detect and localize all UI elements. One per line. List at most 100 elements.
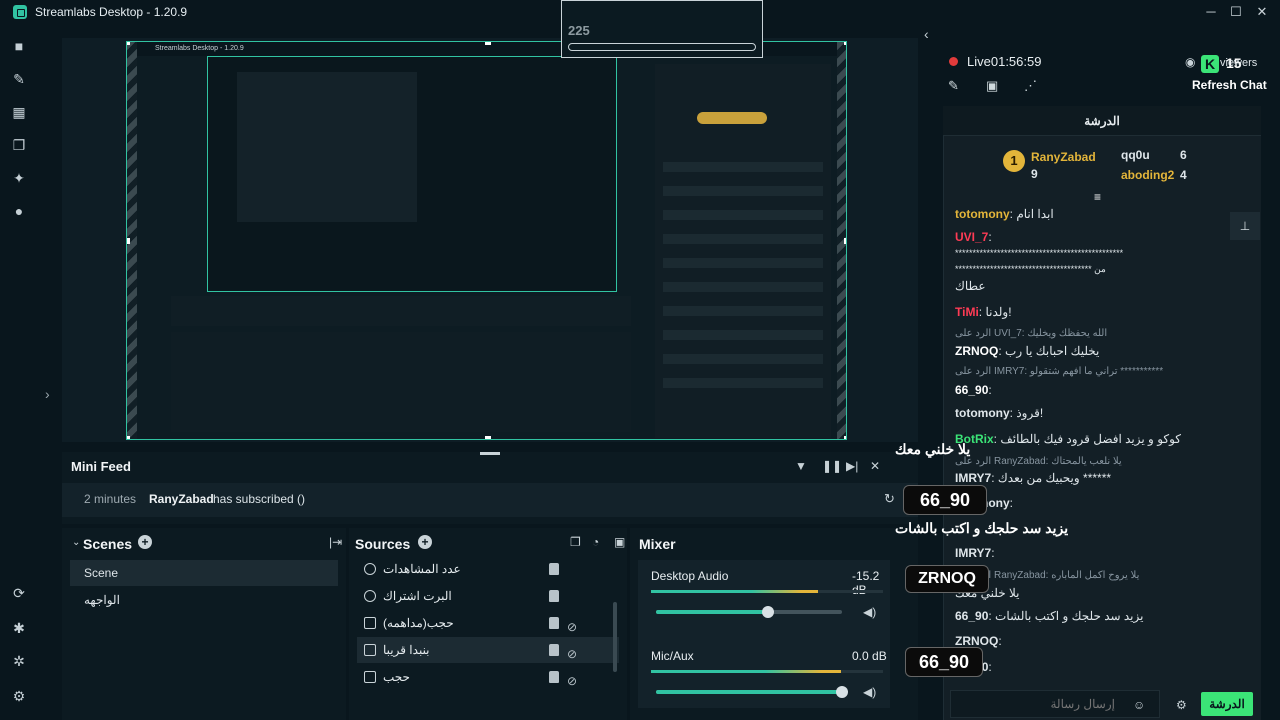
chat-message: 66_90:: [955, 383, 992, 397]
lock-icon[interactable]: [549, 644, 559, 656]
volume-slider[interactable]: [656, 606, 842, 618]
source-properties-icon[interactable]: ◔: [592, 535, 599, 549]
speaker-icon[interactable]: ◀): [863, 605, 876, 619]
mute-icon[interactable]: ✕: [870, 459, 880, 473]
feed-time: 2 minutes: [84, 492, 137, 506]
transform-handle[interactable]: [844, 238, 846, 244]
nested-leaderboard: [697, 112, 767, 124]
feed-user: RanyZabad: [149, 492, 214, 506]
nested-preview-inner: [237, 72, 417, 222]
chat-input[interactable]: [950, 690, 1160, 718]
highlighter-icon[interactable]: ✦: [10, 169, 28, 187]
scene-item[interactable]: Scene: [70, 560, 338, 586]
add-scene-icon[interactable]: +: [138, 535, 152, 549]
profile-icon[interactable]: ✲: [10, 652, 28, 670]
source-item[interactable]: عدد المشاهدات: [357, 556, 619, 582]
chat-message: totomony: ابدا انام: [955, 207, 1054, 221]
chat-message: TiMi: ولدنا!: [955, 305, 1012, 319]
nested-chat-lines: [663, 162, 823, 402]
transform-handle[interactable]: [127, 42, 130, 45]
chat-message: ZRNOQ:: [955, 634, 1002, 648]
emoji-icon[interactable]: ☺: [1133, 698, 1145, 712]
transform-handle[interactable]: [844, 42, 846, 45]
help-icon[interactable]: ✱: [10, 619, 28, 637]
chat-message: ZRNOQ: يخليك احبابك يا رب: [955, 344, 1100, 358]
source-item[interactable]: حجب(مداهمه) ⊘: [357, 610, 619, 636]
leaderboard-name: RanyZabad: [1031, 150, 1096, 164]
stream-preview[interactable]: Streamlabs Desktop - 1.20.9: [126, 41, 847, 440]
speaker-icon[interactable]: ◀): [863, 685, 876, 699]
minimize-icon[interactable]: ─: [1203, 4, 1219, 20]
eye-hidden-icon[interactable]: ⊘: [567, 668, 577, 694]
transform-handle[interactable]: [127, 436, 130, 439]
source-item[interactable]: بنبدا قريبا ⊘: [357, 637, 619, 663]
source-item[interactable]: البرت اشتراك: [357, 583, 619, 609]
image-icon: [364, 617, 376, 629]
transform-handle[interactable]: [485, 42, 491, 45]
repeat-alert-icon[interactable]: ↻: [884, 491, 895, 507]
themes-icon[interactable]: ✎: [10, 70, 28, 88]
skip-icon[interactable]: ▶|: [846, 459, 858, 473]
alert-box: 66_90: [903, 485, 987, 515]
lock-icon[interactable]: [549, 590, 559, 602]
studio-mode-icon[interactable]: ⟳: [10, 584, 28, 602]
pause-icon[interactable]: ❚❚: [822, 459, 842, 473]
source-label: حجب(مداهمه): [383, 616, 454, 630]
chat-settings-icon[interactable]: ⚙: [1176, 698, 1187, 712]
pin-icon[interactable]: ⊥: [1230, 212, 1260, 240]
chat-message: IMRY7: ويحبيك من بعدك ******: [955, 471, 1112, 485]
chat-message: totomony: قروذ!: [955, 406, 1044, 420]
mixer-panel: Mixer Desktop Audio -15.2 dB ◀) Mic/Aux …: [630, 528, 918, 720]
volume-slider[interactable]: [656, 686, 848, 698]
collapse-icon[interactable]: ⌄: [72, 537, 80, 548]
settings-icon[interactable]: ⚙: [10, 687, 28, 705]
sources-scrollbar[interactable]: [613, 602, 617, 672]
source-item[interactable]: حجب ⊘: [357, 664, 619, 690]
mixer-body: Desktop Audio -15.2 dB ◀) Mic/Aux 0.0 dB…: [638, 560, 890, 708]
close-icon[interactable]: ✕: [1254, 4, 1270, 20]
filter-icon[interactable]: ▼: [795, 459, 807, 473]
layouts-icon[interactable]: ❐: [10, 136, 28, 154]
lock-icon[interactable]: [549, 617, 559, 629]
chevron-left-icon[interactable]: ‹: [924, 26, 929, 42]
editor-icon[interactable]: ■: [10, 37, 28, 55]
chat-header: الدرشة: [943, 106, 1261, 136]
channel-db: 0.0 dB: [852, 649, 887, 663]
refresh-chat-button[interactable]: Refresh Chat: [1192, 78, 1267, 92]
scene-item[interactable]: الواجهه: [70, 587, 338, 613]
feed-action: has subscribed (): [213, 492, 306, 506]
channel-name: Mic/Aux: [651, 649, 694, 663]
add-source-icon[interactable]: +: [418, 535, 432, 549]
chat-message: UVI_7:: [955, 230, 992, 244]
app-logo-icon: [13, 5, 27, 19]
counter-source[interactable]: 225: [561, 0, 763, 58]
transform-handle[interactable]: [485, 436, 491, 439]
add-folder-icon[interactable]: ❐: [570, 535, 581, 549]
edit-icon[interactable]: ✎: [948, 78, 959, 94]
popout-icon[interactable]: ▣: [986, 78, 998, 94]
scenes-title: Scenes: [83, 536, 133, 552]
left-nav: ■ ✎ ▦ ❐ ✦ ● ⟳ ✱ ✲ ⚙: [0, 24, 38, 720]
lock-icon[interactable]: [549, 563, 559, 575]
chat-send-button[interactable]: الدرشة: [1201, 692, 1253, 716]
volume-meter: [651, 590, 883, 593]
chat-message: IMRY7:: [955, 546, 995, 560]
share-icon[interactable]: ⋰: [1024, 78, 1037, 94]
play-icon[interactable]: ●: [10, 202, 28, 220]
scene-transitions-icon[interactable]: |⇥: [329, 535, 342, 549]
chat-message: 66_90: يزيد سد حلجك و اكتب بالشات: [955, 609, 1144, 623]
globe-icon: [364, 590, 376, 602]
store-icon[interactable]: ▦: [10, 103, 28, 121]
leaderboard-name: qq0u: [1121, 148, 1150, 162]
resize-handle[interactable]: [480, 452, 500, 455]
maximize-icon[interactable]: ☐: [1228, 4, 1244, 20]
menu-icon[interactable]: ≡: [1094, 190, 1101, 204]
chevron-right-icon[interactable]: ›: [45, 386, 50, 402]
lock-icon[interactable]: [549, 671, 559, 683]
sources-title: Sources: [355, 536, 411, 552]
leaderboard-count: 4: [1180, 168, 1187, 182]
transform-handle[interactable]: [844, 436, 846, 439]
chat-reply: الرد على UVI_7: الله يحفظك ويخليك: [955, 328, 1108, 339]
source-folder-icon[interactable]: ▣: [614, 535, 625, 549]
transform-handle[interactable]: [127, 238, 130, 244]
